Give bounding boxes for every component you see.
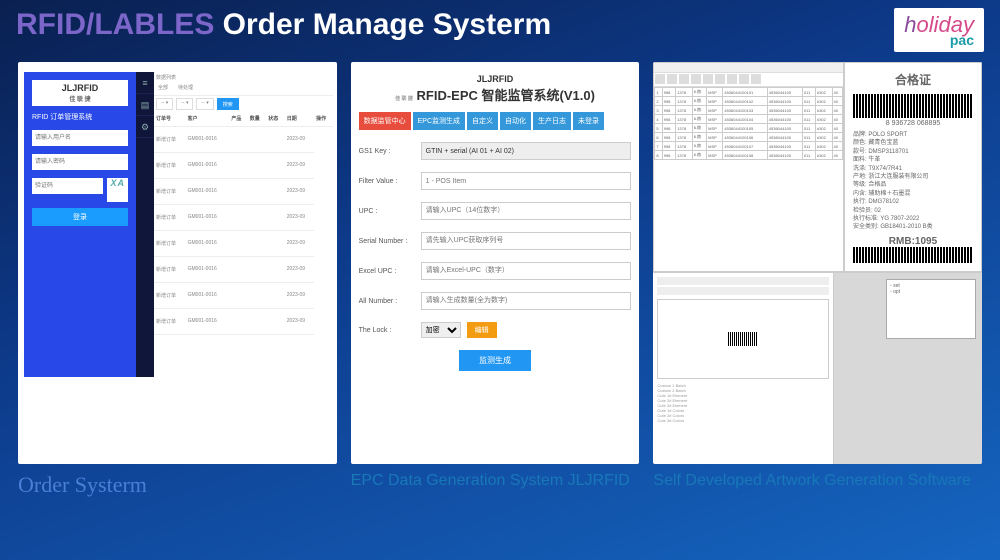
table-row[interactable]: 新增订单GM001-00162023-09 <box>154 152 333 178</box>
captcha-input[interactable] <box>32 178 103 194</box>
barcode-number: 8 936728 068895 <box>853 120 973 127</box>
label-price: RMB:1095 <box>853 236 973 247</box>
upc-input[interactable] <box>421 202 632 220</box>
sidebar: ≡ ▤ ⚙ <box>136 72 154 377</box>
caption-artwork: Self Developed Artwork Generation Softwa… <box>653 472 982 498</box>
table-header: 数量 <box>248 112 266 126</box>
table-header: 操作 <box>314 112 333 126</box>
caption-order: Order Systerm <box>18 472 337 498</box>
table-row[interactable]: 新增订单GM001-00162023-09 <box>154 308 333 334</box>
captcha-image[interactable]: XA <box>107 178 128 202</box>
design-canvas[interactable] <box>657 299 829 379</box>
preview-pane: ▫ set▫ opt <box>834 273 982 464</box>
generate-button[interactable]: 监测生成 <box>459 350 531 371</box>
label-fields: 品牌: POLO SPORT颜色: 藏青色宝蓝款号: DMSP3118701面料… <box>853 131 973 232</box>
epc-title: JLJRFID佳 联 捷 RFID-EPC 智能监管系统(V1.0) <box>359 70 632 104</box>
table-row[interactable]: 新增订单GM001-00162023-09 <box>154 230 333 256</box>
serial-label: Serial Number : <box>359 238 421 245</box>
table-row[interactable]: 新增订单GM001-00162023-09 <box>154 126 333 152</box>
table-header: 客户 <box>186 112 230 126</box>
gs1-select[interactable]: GTIN + serial (AI 01 + AI 02) <box>421 142 632 160</box>
breadcrumb: 数据列表 <box>154 72 333 82</box>
artwork-panel: 199813786.赫MSP45360441001014536044100011… <box>653 62 982 464</box>
login-brand: JLJRFID佳 联 捷 <box>32 80 128 106</box>
nav-item[interactable]: 数据监管中心 <box>359 112 411 130</box>
epc-nav: 数据监管中心EPC监测生成自定义自动化生产日志未登录 <box>359 112 632 130</box>
table-header: 状态 <box>266 112 284 126</box>
upc-label: UPC : <box>359 208 421 215</box>
password-input[interactable] <box>32 154 128 170</box>
lock-edit-button[interactable]: 编辑 <box>467 322 497 338</box>
spreadsheet-toolbar <box>654 73 843 87</box>
tab-all[interactable]: 全部 <box>158 84 168 93</box>
excel-input[interactable] <box>421 262 632 280</box>
excel-label: Excel UPC : <box>359 268 421 275</box>
dialog[interactable]: ▫ set▫ opt <box>886 279 976 339</box>
filter-field[interactable]: -- ▾ <box>156 98 173 110</box>
nav-item[interactable]: 生产日志 <box>533 112 571 130</box>
filter-label: Filter Value : <box>359 178 421 185</box>
login-heading: RFID 订单管理系统 <box>32 112 128 122</box>
table-tabs: 全部 待处理 <box>154 82 333 96</box>
gear-icon[interactable]: ⚙ <box>136 116 154 138</box>
caption-epc: EPC Data Generation System JLJRFID <box>351 472 640 498</box>
spreadsheet-titlebar <box>654 63 843 73</box>
username-input[interactable] <box>32 130 128 146</box>
menu-icon[interactable]: ≡ <box>136 72 154 94</box>
tab-pending[interactable]: 待处理 <box>178 84 193 93</box>
filter-field[interactable]: -- ▾ <box>176 98 193 110</box>
search-button[interactable]: 搜索 <box>217 98 239 110</box>
label-preview: 合格证 8 936728 068895 品牌: POLO SPORT颜色: 藏青… <box>844 62 982 272</box>
spreadsheet: 199813786.赫MSP45360441001014536044100011… <box>653 62 844 272</box>
all-input[interactable] <box>421 292 632 310</box>
barcode-icon <box>853 247 973 263</box>
all-label: All Number : <box>359 298 421 305</box>
layer-list: Custom 1 BatchCustom 2 BatchCute 1# Elem… <box>657 383 829 423</box>
page-title: RFID/LABLES Order Manage Systerm <box>16 8 551 42</box>
list-icon[interactable]: ▤ <box>136 94 154 116</box>
nav-item[interactable]: 未登录 <box>573 112 604 130</box>
table-header: 订单号 <box>154 112 186 126</box>
barcode-icon <box>853 94 973 118</box>
table-header: 日期 <box>285 112 314 126</box>
order-table: 订单号客户产品数量状态日期操作 新增订单GM001-00162023-09新增订… <box>154 112 333 335</box>
serial-input[interactable] <box>421 232 632 250</box>
lock-select[interactable]: 加密 <box>421 322 461 338</box>
table-row[interactable]: 新增订单GM001-00162023-09 <box>154 282 333 308</box>
lock-label: The Lock : <box>359 327 421 334</box>
table-row[interactable]: 新增订单GM001-00162023-09 <box>154 204 333 230</box>
table-row[interactable]: 新增订单GM001-00162023-09 <box>154 256 333 282</box>
login-form: JLJRFID佳 联 捷 RFID 订单管理系统 XA 登录 <box>24 72 136 377</box>
order-table-area: 数据列表 全部 待处理 -- ▾ -- ▾ -- ▾ 搜索 订单号客户产品数量状… <box>154 72 333 452</box>
gs1-label: GS1 Key : <box>359 148 421 155</box>
order-system-panel: JLJRFID佳 联 捷 RFID 订单管理系统 XA 登录 ≡ ▤ ⚙ 数据列… <box>18 62 337 464</box>
filter-select[interactable]: 1 - POS Item <box>421 172 632 190</box>
brand-logo: holiday pac <box>894 8 984 52</box>
table-header: 产品 <box>229 112 247 126</box>
filter-field[interactable]: -- ▾ <box>196 98 213 110</box>
table-row[interactable]: 新增订单GM001-00162023-09 <box>154 178 333 204</box>
barcode-icon <box>728 332 758 346</box>
nav-item[interactable]: 自动化 <box>500 112 531 130</box>
login-button[interactable]: 登录 <box>32 208 128 226</box>
nav-item[interactable]: EPC监测生成 <box>413 112 465 130</box>
nav-item[interactable]: 自定义 <box>467 112 498 130</box>
epc-panel: JLJRFID佳 联 捷 RFID-EPC 智能监管系统(V1.0) 数据监管中… <box>351 62 640 464</box>
label-title: 合格证 <box>853 71 973 88</box>
design-canvas-panel: Custom 1 BatchCustom 2 BatchCute 1# Elem… <box>653 273 834 464</box>
